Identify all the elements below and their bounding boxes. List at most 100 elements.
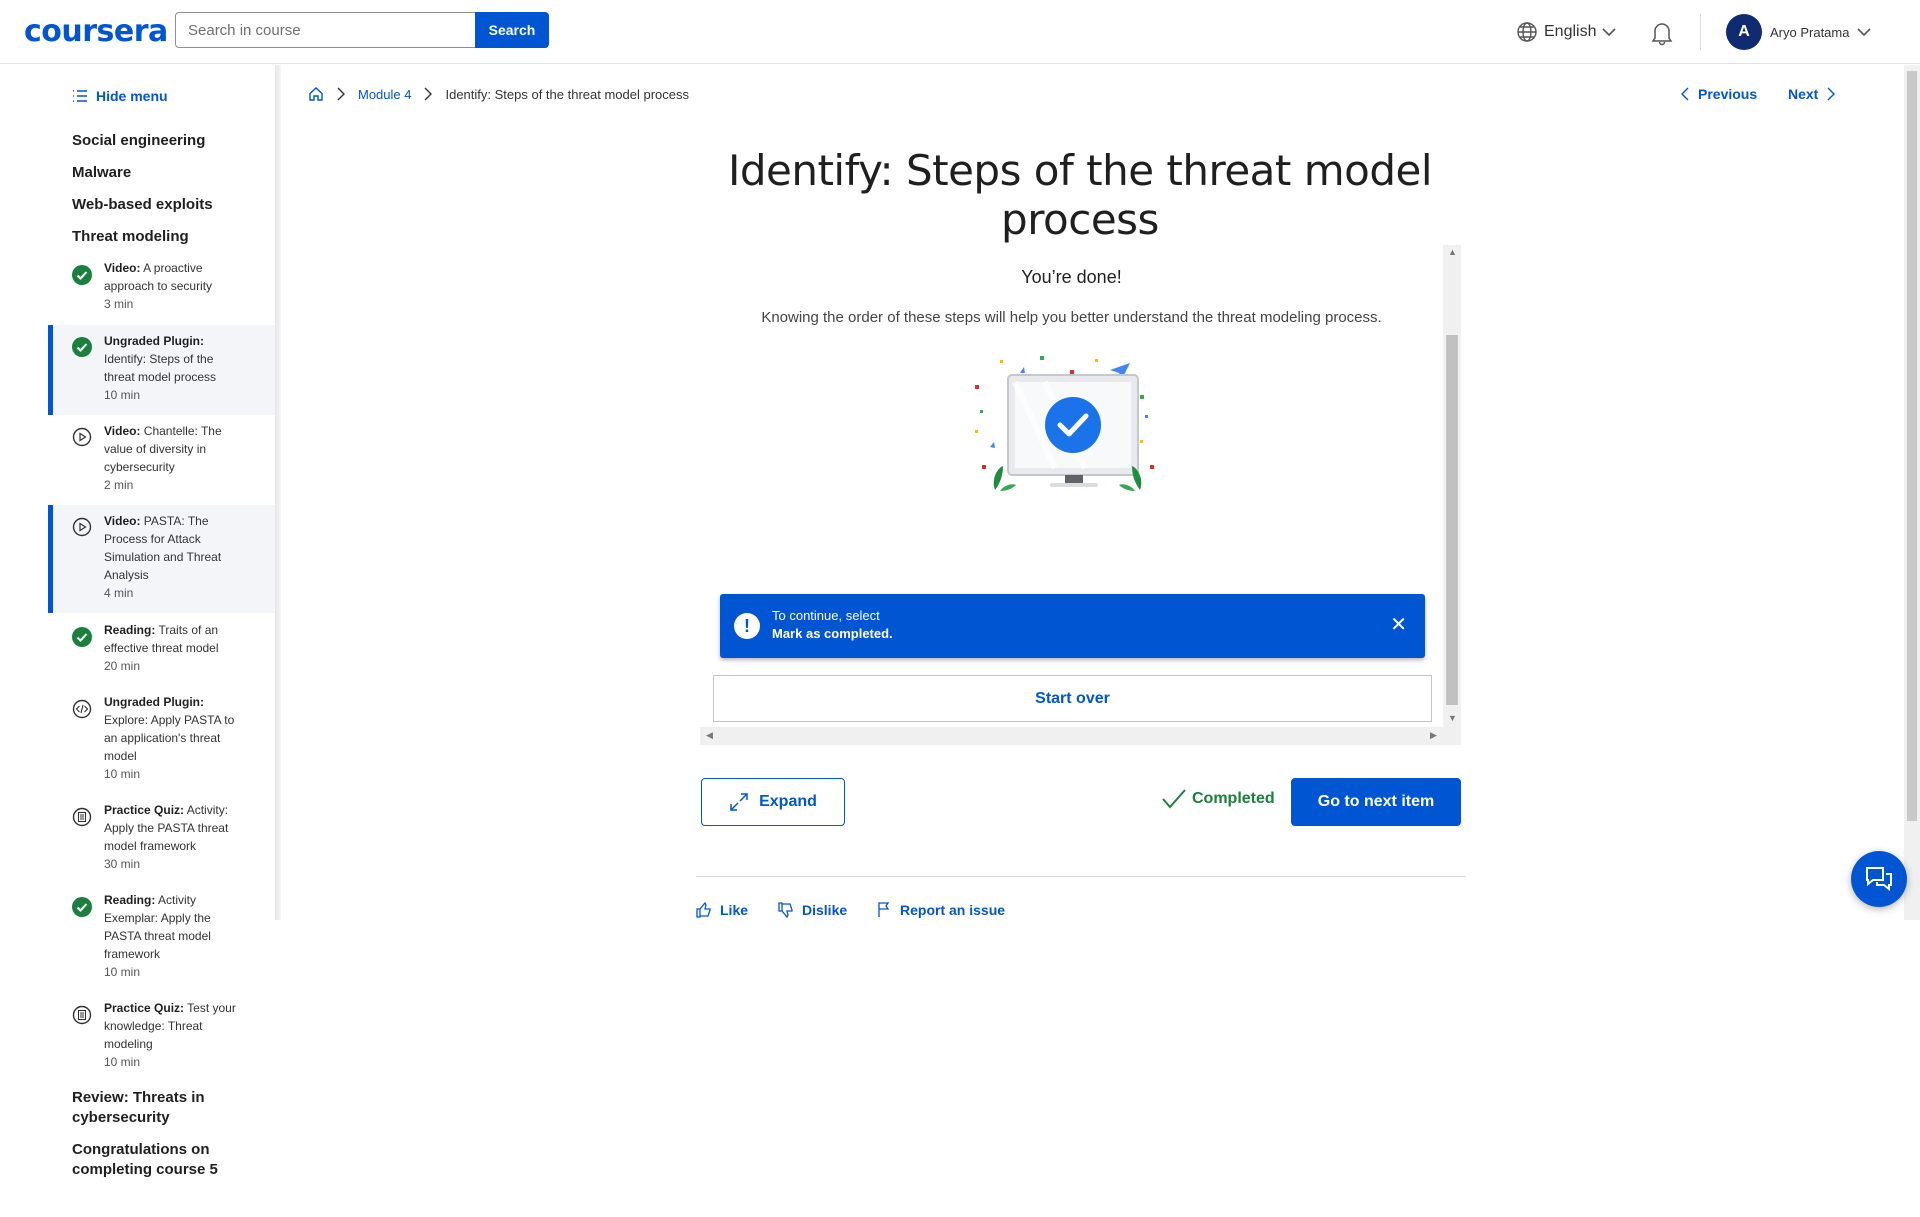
language-label: English (1544, 23, 1597, 40)
home-icon[interactable] (308, 86, 324, 102)
item-duration: 3 min (104, 297, 134, 311)
chevron-down-icon (1857, 28, 1872, 37)
search-input[interactable] (175, 12, 475, 48)
top-header: coursera Search English A Aryo Pratama (0, 0, 1920, 64)
user-menu[interactable]: A Aryo Pratama (1726, 14, 1872, 50)
completion-illustration (975, 356, 1154, 491)
item-title: Explore: Apply PASTA to an application's… (104, 713, 235, 763)
alert-icon: ! (734, 613, 760, 639)
check-icon (1162, 789, 1186, 809)
sidebar-item-pasta-video[interactable]: Video: PASTA: The Process for Attack Sim… (48, 505, 275, 613)
item-type: Practice Quiz: (104, 803, 185, 817)
item-type: Ungraded Plugin: (104, 695, 204, 709)
item-type: Reading: (104, 893, 156, 907)
quiz-icon (72, 1005, 92, 1025)
sidebar-item-chantelle[interactable]: Video: Chantelle: The value of diversity… (48, 415, 275, 505)
section-congratulations[interactable]: Congratulations on completing course 5 (72, 1140, 242, 1180)
plugin-frame: You’re done! Knowing the order of these … (700, 245, 1461, 745)
next-label: Next (1788, 86, 1819, 102)
language-selector[interactable]: English (1516, 21, 1617, 43)
scroll-thumb[interactable] (1446, 335, 1458, 705)
toast-line1: To continue, select (772, 608, 880, 623)
sidebar-item-activity-exemplar[interactable]: Reading: Activity Exemplar: Apply the PA… (48, 887, 275, 979)
check-circle-icon (72, 265, 92, 285)
check-circle-icon (72, 627, 92, 647)
sidebar-item-explore-pasta[interactable]: Ungraded Plugin: Explore: Apply PASTA to… (48, 689, 275, 781)
chevron-right-icon (424, 87, 433, 101)
expand-label: Expand (759, 793, 817, 810)
section-social-engineering[interactable]: Social engineering (72, 131, 205, 151)
completed-status: Completed (1162, 789, 1275, 809)
item-duration: 10 min (104, 1055, 141, 1069)
like-button[interactable]: Like (696, 902, 748, 918)
divider (696, 876, 1466, 877)
chat-button[interactable] (1851, 851, 1907, 907)
frame-vertical-scrollbar[interactable]: ▲ ▼ (1443, 245, 1461, 745)
bell-icon (1651, 23, 1673, 46)
quiz-icon (72, 807, 92, 827)
report-label: Report an issue (900, 902, 1006, 918)
item-title: Identify: Steps of the threat model proc… (104, 352, 217, 384)
previous-button[interactable]: Previous (1680, 86, 1757, 102)
play-circle-icon (72, 517, 92, 537)
page-scroll-thumb[interactable] (1907, 71, 1917, 821)
scroll-up-icon[interactable]: ▲ (1448, 247, 1457, 257)
section-malware[interactable]: Malware (72, 163, 131, 183)
frame-horizontal-scrollbar[interactable]: ◀ ▶ (700, 727, 1443, 745)
item-duration: 10 min (104, 965, 141, 979)
previous-label: Previous (1698, 86, 1758, 102)
item-duration: 10 min (104, 388, 141, 402)
done-description: Knowing the order of these steps will he… (761, 309, 1382, 326)
page-scrollbar[interactable] (1904, 65, 1920, 920)
breadcrumb-module[interactable]: Module 4 (358, 87, 411, 102)
sidebar-item-identify-steps[interactable]: Ungraded Plugin: Identify: Steps of the … (48, 325, 275, 415)
check-circle-icon (72, 897, 92, 917)
scroll-down-icon[interactable]: ▼ (1448, 713, 1457, 723)
sidebar-item-activity-pasta-quiz[interactable]: Practice Quiz: Activity: Apply the PASTA… (48, 797, 275, 887)
chevron-down-icon (1602, 28, 1617, 37)
check-circle-icon (72, 337, 92, 357)
next-button[interactable]: Next (1788, 86, 1836, 102)
list-icon (73, 90, 87, 102)
item-duration: 20 min (104, 659, 141, 673)
breadcrumb: Module 4 Identify: Steps of the threat m… (308, 86, 689, 102)
chevron-right-icon (337, 87, 345, 101)
item-duration: 30 min (104, 857, 141, 871)
go-to-next-item-button[interactable]: Go to next item (1291, 778, 1461, 826)
thumbs-up-icon (696, 902, 711, 918)
scroll-right-icon[interactable]: ▶ (1430, 730, 1437, 741)
dislike-button[interactable]: Dislike (778, 902, 847, 918)
close-icon[interactable]: ✕ (1390, 614, 1407, 636)
page-title: Identify: Steps of the threat model proc… (727, 146, 1433, 244)
notifications-button[interactable] (1650, 20, 1674, 51)
item-type: Reading: (104, 623, 156, 637)
item-duration: 2 min (104, 478, 134, 492)
expand-icon (730, 793, 748, 811)
section-threat-modeling[interactable]: Threat modeling (72, 227, 189, 247)
chat-icon (1866, 867, 1892, 892)
item-type: Practice Quiz: (104, 1001, 185, 1015)
sidebar-item-test-knowledge[interactable]: Practice Quiz: Test your knowledge: Thre… (48, 995, 275, 1085)
item-duration: 4 min (104, 586, 134, 600)
play-circle-icon (72, 427, 92, 447)
dislike-label: Dislike (802, 902, 848, 918)
start-over-button[interactable]: Start over (713, 675, 1432, 722)
section-review-threats[interactable]: Review: Threats in cybersecurity (72, 1088, 242, 1128)
hide-menu-button[interactable]: Hide menu (72, 88, 168, 104)
sidebar-item-traits[interactable]: Reading: Traits of an effective threat m… (48, 617, 275, 687)
continue-toast: ! To continue, select Mark as completed.… (720, 594, 1425, 658)
coursera-logo[interactable]: coursera (24, 14, 168, 49)
report-issue-button[interactable]: Report an issue (876, 902, 1005, 918)
search-button[interactable]: Search (475, 12, 549, 48)
item-type: Ungraded Plugin: (104, 334, 204, 348)
code-icon (72, 699, 92, 719)
scroll-left-icon[interactable]: ◀ (706, 730, 713, 741)
item-type: Video: (104, 261, 141, 275)
globe-icon (1517, 22, 1537, 42)
section-web-based-exploits[interactable]: Web-based exploits (72, 195, 213, 215)
expand-button[interactable]: Expand (701, 778, 845, 826)
user-name: Aryo Pratama (1770, 24, 1850, 40)
chevron-right-icon (1827, 87, 1836, 101)
done-title: You’re done! (1021, 267, 1122, 287)
sidebar-item-proactive-approach[interactable]: Video: A proactive approach to security … (48, 259, 275, 329)
